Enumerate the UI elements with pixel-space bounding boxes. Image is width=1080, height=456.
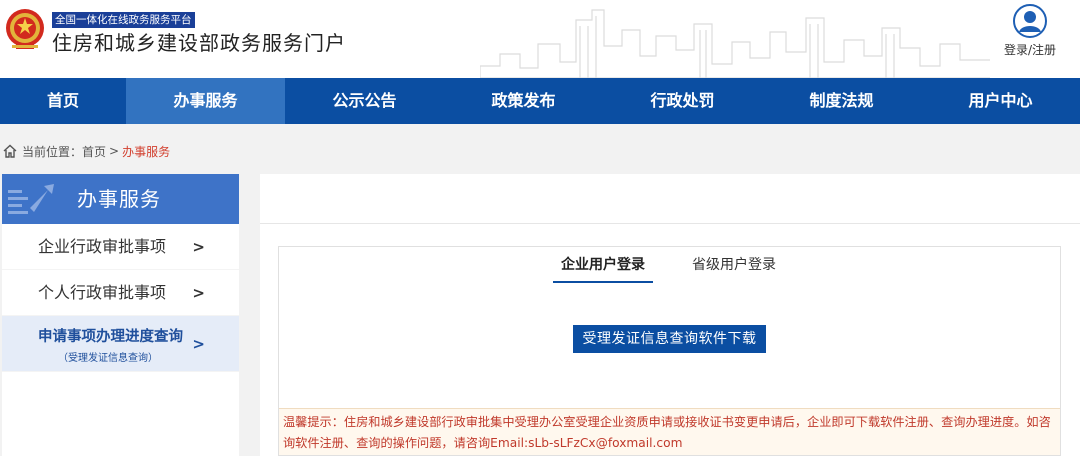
- skyline-decoration: [480, 9, 990, 78]
- chevron-right-icon: >: [192, 284, 205, 302]
- login-tabs: 企业用户登录 省级用户登录: [279, 247, 1060, 283]
- nav-item-user-center[interactable]: 用户中心: [921, 78, 1080, 124]
- breadcrumb-prefix: 当前位置：: [22, 144, 83, 159]
- tab-enterprise-login[interactable]: 企业用户登录: [553, 255, 653, 283]
- sidebar-item-label: 个人行政审批事项: [38, 283, 167, 302]
- sidebar-item-enterprise-approval[interactable]: 企业行政审批事项 >: [2, 224, 239, 270]
- sidebar-item-personal-approval[interactable]: 个人行政审批事项 >: [2, 270, 239, 316]
- user-avatar-icon: [1013, 4, 1047, 38]
- sidebar-item-sublabel: （受理发证信息查询）: [58, 353, 158, 364]
- login-register-link[interactable]: 登录/注册: [996, 4, 1064, 58]
- login-panel: 企业用户登录 省级用户登录 受理发证信息查询软件下载 温馨提示：住房和城乡建设部…: [278, 246, 1061, 456]
- sidebar-item-progress-query[interactable]: 申请事项办理进度查询 （受理发证信息查询） >: [2, 316, 239, 372]
- breadcrumb: 当前位置： 首页 > 办事服务: [0, 140, 170, 162]
- breadcrumb-separator: >: [109, 144, 120, 158]
- main-topbar: [260, 174, 1080, 224]
- home-icon: [3, 144, 17, 158]
- chevron-right-icon: >: [192, 238, 205, 256]
- national-emblem-icon: [6, 9, 44, 49]
- notice-text: 温馨提示：住房和城乡建设部行政审批集中受理办公室受理企业资质申请或接收证书变更申…: [279, 408, 1060, 455]
- chevron-right-icon: >: [192, 335, 205, 353]
- main-nav: 首页 办事服务 公示公告 政策发布 行政处罚 制度法规 用户中心: [0, 78, 1080, 124]
- site-header: 全国一体化在线政务服务平台 住房和城乡建设部政务服务门户 登录/注册: [0, 0, 1080, 78]
- login-register-label: 登录/注册: [1003, 43, 1057, 57]
- nav-item-penalties[interactable]: 行政处罚: [603, 78, 762, 124]
- site-title: 住房和城乡建设部政务服务门户: [52, 31, 346, 55]
- sidebar: 办事服务 企业行政审批事项 > 个人行政审批事项 > 申请事项办理进度查询 （受…: [2, 174, 239, 456]
- sidebar-header: 办事服务: [2, 174, 239, 224]
- sidebar-decoration-icon: [8, 184, 54, 214]
- breadcrumb-current: 办事服务: [122, 144, 171, 159]
- sidebar-item-label: 申请事项办理进度查询: [38, 329, 183, 345]
- sidebar-item-label: 企业行政审批事项: [38, 237, 167, 256]
- platform-tag: 全国一体化在线政务服务平台: [52, 12, 195, 28]
- nav-item-regulations[interactable]: 制度法规: [762, 78, 921, 124]
- main-content: 企业用户登录 省级用户登录 受理发证信息查询软件下载 温馨提示：住房和城乡建设部…: [260, 174, 1080, 456]
- nav-item-policy[interactable]: 政策发布: [444, 78, 603, 124]
- nav-item-services[interactable]: 办事服务: [126, 78, 285, 124]
- download-software-button[interactable]: 受理发证信息查询软件下载: [573, 325, 766, 353]
- tab-province-login[interactable]: 省级用户登录: [679, 255, 789, 275]
- breadcrumb-home-link[interactable]: 首页: [82, 143, 106, 160]
- nav-item-home[interactable]: 首页: [0, 78, 126, 124]
- nav-item-announcements[interactable]: 公示公告: [285, 78, 444, 124]
- sidebar-title: 办事服务: [77, 187, 161, 211]
